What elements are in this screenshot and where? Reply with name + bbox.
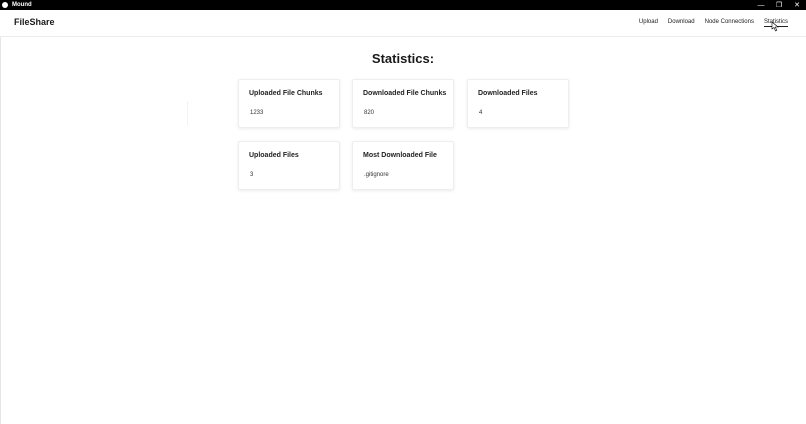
stat-card-value: 820 [364,110,375,116]
nav-link-download[interactable]: Download [668,19,695,27]
stat-card-title: Downloaded Files [478,90,538,97]
window-titlebar: Mound — ❐ ✕ [0,0,806,10]
page-title: Statistics: [371,51,435,66]
stat-card-title: Uploaded File Chunks [249,90,323,97]
window-left-border [0,10,1,424]
stat-card-downloaded-file-chunks: Downloaded File Chunks 820 [352,79,454,128]
stat-card-title: Most Downloaded File [363,152,437,159]
window-title: Mound [12,2,32,8]
nav-link-node-connections[interactable]: Node Connections [705,19,754,27]
stat-card-value: 3 [250,172,254,178]
stat-card-title: Uploaded Files [249,152,299,159]
divider [187,101,188,125]
stat-card-uploaded-file-chunks: Uploaded File Chunks 1233 [238,79,340,128]
stat-card-uploaded-files: Uploaded Files 3 [238,141,340,190]
stat-card-downloaded-files: Downloaded Files 4 [467,79,569,128]
app-icon [2,2,8,8]
minimize-button[interactable]: — [752,0,770,10]
stat-card-title: Downloaded File Chunks [363,90,447,97]
navbar: FileShare Upload Download Node Connectio… [0,10,806,37]
stat-card-most-downloaded-file: Most Downloaded File .gitignore [352,141,454,190]
mouse-cursor-icon [771,22,779,32]
stat-card-value: 1233 [250,110,264,116]
brand-logo[interactable]: FileShare [14,17,55,27]
nav-links: Upload Download Node Connections Statist… [639,19,788,27]
window-controls: — ❐ ✕ [752,0,806,10]
maximize-button[interactable]: ❐ [770,0,788,10]
stat-card-value: 4 [479,110,483,116]
close-button[interactable]: ✕ [788,0,806,10]
stat-card-value: .gitignore [364,172,389,178]
nav-link-upload[interactable]: Upload [639,19,658,27]
